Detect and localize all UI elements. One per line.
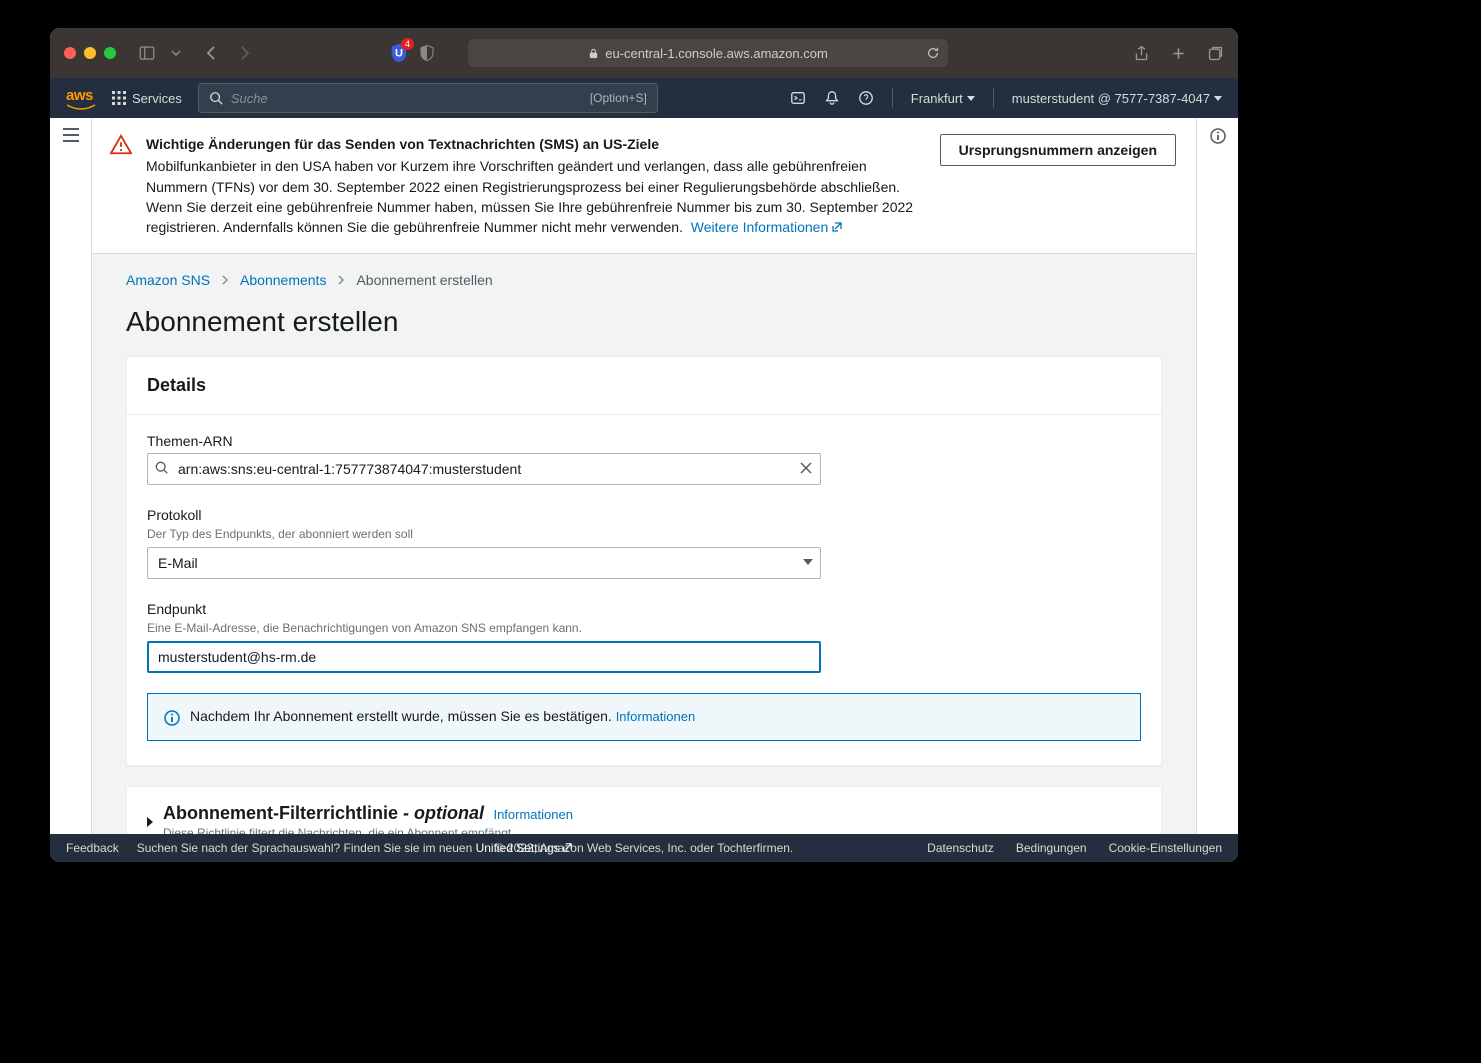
show-origination-numbers-button[interactable]: Ursprungsnummern anzeigen <box>940 134 1176 166</box>
protocol-value: E-Mail <box>158 555 198 571</box>
minimize-window[interactable] <box>84 47 96 59</box>
aws-footer: Feedback Suchen Sie nach der Sprachauswa… <box>50 834 1238 862</box>
chevron-down-icon <box>967 96 975 101</box>
lock-icon <box>588 48 599 59</box>
filter-policy-panel: Abonnement-Filterrichtlinie - optional I… <box>126 786 1162 834</box>
search-placeholder: Suche <box>231 91 268 106</box>
info-icon[interactable] <box>1210 128 1226 144</box>
browser-titlebar: U 4 eu-central-1.console.aws.amazon.com <box>50 28 1238 78</box>
info-banner-link[interactable]: Informationen <box>616 709 696 724</box>
chevron-down-icon <box>1214 96 1222 101</box>
help-icon[interactable] <box>858 90 874 106</box>
privacy-shield-icon[interactable] <box>418 44 436 62</box>
alert-title: Wichtige Änderungen für das Senden von T… <box>146 134 926 154</box>
breadcrumb-current: Abonnement erstellen <box>356 272 492 288</box>
reload-icon[interactable] <box>926 46 940 60</box>
aws-logo[interactable]: aws <box>66 87 96 110</box>
account-label: musterstudent @ 7577-7387-4047 <box>1012 91 1210 106</box>
region-selector[interactable]: Frankfurt <box>911 91 975 106</box>
protocol-label: Protokoll <box>147 507 1141 523</box>
breadcrumb: Amazon SNS Abonnements Abonnement erstel… <box>126 272 1162 288</box>
url-bar[interactable]: eu-central-1.console.aws.amazon.com <box>468 39 948 67</box>
search-shortcut: [Option+S] <box>590 91 647 105</box>
footer-terms-link[interactable]: Bedingungen <box>1016 841 1087 855</box>
expand-icon[interactable] <box>147 817 153 827</box>
close-window[interactable] <box>64 47 76 59</box>
services-label: Services <box>132 91 182 106</box>
grid-icon <box>112 91 126 105</box>
nav-back-icon[interactable] <box>204 45 220 61</box>
arn-label: Themen-ARN <box>147 433 1141 449</box>
window-controls <box>64 47 116 59</box>
endpoint-hint: Eine E-Mail-Adresse, die Benachrichtigun… <box>147 621 1141 635</box>
clear-icon[interactable] <box>799 461 813 475</box>
ublock-badge: 4 <box>401 38 414 50</box>
info-text: Nachdem Ihr Abonnement erstellt wurde, m… <box>190 708 612 724</box>
footer-cookies-link[interactable]: Cookie-Einstellungen <box>1109 841 1222 855</box>
left-nav-rail <box>50 118 92 834</box>
aws-navbar: aws Services Suche [Option+S] Frankfurt … <box>50 78 1238 118</box>
details-panel: Details Themen-ARN Protokoll <box>126 356 1162 766</box>
chevron-right-icon <box>336 272 346 288</box>
details-heading: Details <box>127 357 1161 415</box>
warning-alert: Wichtige Änderungen für das Senden von T… <box>92 118 1196 254</box>
ublock-extension-icon[interactable]: U 4 <box>388 42 410 64</box>
search-icon <box>209 91 223 105</box>
endpoint-input[interactable] <box>147 641 821 673</box>
hamburger-icon[interactable] <box>63 128 79 142</box>
tabs-overview-icon[interactable] <box>1207 45 1224 62</box>
chevron-down-icon <box>803 559 813 565</box>
notifications-icon[interactable] <box>824 90 840 106</box>
chevron-down-icon[interactable] <box>170 47 182 59</box>
cloudshell-icon[interactable] <box>790 90 806 106</box>
confirm-info-banner: Nachdem Ihr Abonnement erstellt wurde, m… <box>147 693 1141 741</box>
breadcrumb-subscriptions[interactable]: Abonnements <box>240 272 326 288</box>
protocol-select[interactable]: E-Mail <box>147 547 821 579</box>
svg-text:U: U <box>395 48 403 60</box>
services-menu-button[interactable]: Services <box>112 91 182 106</box>
breadcrumb-sns[interactable]: Amazon SNS <box>126 272 210 288</box>
url-text: eu-central-1.console.aws.amazon.com <box>605 46 828 61</box>
info-icon <box>164 710 180 726</box>
search-icon <box>155 461 169 475</box>
filter-panel-subtitle: Diese Richtlinie filtert die Nachrichten… <box>163 826 573 834</box>
aws-search-input[interactable]: Suche [Option+S] <box>198 83 658 113</box>
region-label: Frankfurt <box>911 91 963 106</box>
account-menu[interactable]: musterstudent @ 7577-7387-4047 <box>1012 91 1222 106</box>
filter-panel-title: Abonnement-Filterrichtlinie - optional <box>163 803 489 823</box>
filter-panel-info-link[interactable]: Informationen <box>493 807 573 822</box>
topic-arn-input[interactable] <box>147 453 821 485</box>
footer-copyright: © 2022, Amazon Web Services, Inc. oder T… <box>495 841 794 855</box>
nav-forward-icon[interactable] <box>236 45 252 61</box>
chevron-right-icon <box>220 272 230 288</box>
endpoint-label: Endpunkt <box>147 601 1141 617</box>
maximize-window[interactable] <box>104 47 116 59</box>
alert-more-link[interactable]: Weitere Informationen <box>691 219 843 235</box>
protocol-hint: Der Typ des Endpunkts, der abonniert wer… <box>147 527 1141 541</box>
page-title: Abonnement erstellen <box>126 306 1162 338</box>
new-tab-icon[interactable] <box>1170 45 1187 62</box>
share-icon[interactable] <box>1133 45 1150 62</box>
sidebar-toggle-icon[interactable] <box>138 44 156 62</box>
right-help-rail <box>1196 118 1238 834</box>
footer-privacy-link[interactable]: Datenschutz <box>927 841 994 855</box>
warning-icon <box>110 134 132 237</box>
feedback-link[interactable]: Feedback <box>66 841 119 855</box>
